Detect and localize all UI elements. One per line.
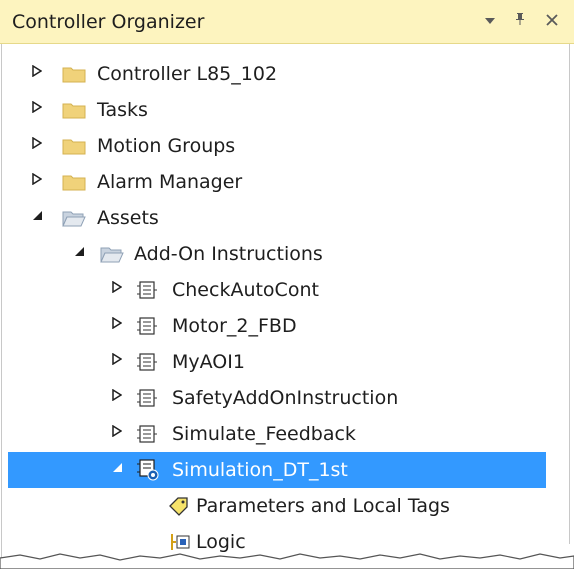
tree-label-logic: Logic <box>196 531 246 553</box>
aoi-instruction-icon <box>137 389 157 407</box>
logic-icon <box>171 534 190 550</box>
folder-icon <box>62 103 86 119</box>
controller-organizer-panel: Controller Organizer Controller L85_102 <box>0 0 574 569</box>
tree-label-assets: Assets <box>97 207 159 229</box>
tree-label-alarm-manager: Alarm Manager <box>97 171 243 193</box>
chevron-down-icon <box>485 18 495 24</box>
close-icon <box>546 14 558 26</box>
tree-label-selected-aoi: Simulation_DT_1st <box>172 459 348 481</box>
folder-open-icon <box>62 211 86 227</box>
aoi-instruction-icon <box>137 425 157 443</box>
triangle-down-icon[interactable] <box>28 200 46 236</box>
pin-button[interactable] <box>508 8 532 34</box>
tree-label-aoi: Simulate_Feedback <box>172 423 356 445</box>
pin-icon <box>516 13 524 25</box>
folder-open-icon <box>100 247 124 263</box>
triangle-right-icon[interactable] <box>108 272 126 308</box>
panel-title: Controller Organizer <box>12 11 205 33</box>
triangle-right-icon[interactable] <box>28 92 46 128</box>
tree-node-add-on-instructions[interactable]: Add-On Instructions <box>0 236 574 272</box>
aoi-instruction-icon <box>137 459 159 481</box>
triangle-right-icon[interactable] <box>108 380 126 416</box>
folder-icon <box>62 139 86 155</box>
triangle-right-icon[interactable] <box>28 164 46 200</box>
tree-label-add-on-instructions: Add-On Instructions <box>134 243 323 265</box>
tree-node-assets[interactable]: Assets <box>0 200 574 236</box>
triangle-right-icon[interactable] <box>108 308 126 344</box>
triangle-right-icon[interactable] <box>108 416 126 452</box>
tree-label-motion-groups: Motion Groups <box>97 135 236 157</box>
tag-icon <box>169 497 188 516</box>
organizer-tree: Controller L85_102 Tasks Motion Groups A… <box>0 44 574 569</box>
triangle-right-icon[interactable] <box>28 56 46 92</box>
tree-node-parameters[interactable]: Parameters and Local Tags <box>0 488 574 524</box>
tree-node-alarm-manager[interactable]: Alarm Manager <box>0 164 574 200</box>
tree-label-tasks: Tasks <box>97 99 148 121</box>
tree-node-motion-groups[interactable]: Motion Groups <box>0 128 574 164</box>
tree-label-aoi: CheckAutoCont <box>172 279 319 301</box>
tree-label-aoi: MyAOI1 <box>172 351 245 373</box>
tree-label-aoi: Motor_2_FBD <box>172 315 297 337</box>
tree-node-aoi[interactable]: Motor_2_FBD <box>0 308 574 344</box>
tree-node-aoi[interactable]: SafetyAddOnInstruction <box>0 380 574 416</box>
aoi-instruction-icon <box>137 353 157 371</box>
tree-label-parameters: Parameters and Local Tags <box>196 495 450 517</box>
tree-node-tasks[interactable]: Tasks <box>0 92 574 128</box>
close-button[interactable] <box>540 8 564 34</box>
panel-titlebar: Controller Organizer <box>0 0 574 44</box>
torn-edge <box>0 553 574 569</box>
folder-icon <box>62 67 86 83</box>
triangle-down-icon[interactable] <box>108 452 126 488</box>
tree-label-controller: Controller L85_102 <box>97 63 278 85</box>
dropdown-button[interactable] <box>478 8 502 34</box>
tree-node-controller[interactable]: Controller L85_102 <box>0 56 574 92</box>
aoi-instruction-icon <box>137 317 157 335</box>
folder-icon <box>62 175 86 191</box>
triangle-right-icon[interactable] <box>28 128 46 164</box>
tree-node-aoi[interactable]: CheckAutoCont <box>0 272 574 308</box>
tree-label-aoi: SafetyAddOnInstruction <box>172 387 399 409</box>
tree-node-aoi[interactable]: Simulate_Feedback <box>0 416 574 452</box>
aoi-instruction-icon <box>137 281 157 299</box>
tree-node-aoi[interactable]: MyAOI1 <box>0 344 574 380</box>
triangle-right-icon[interactable] <box>108 344 126 380</box>
tree-node-selected-aoi[interactable]: Simulation_DT_1st <box>8 452 546 488</box>
triangle-down-icon[interactable] <box>70 236 88 272</box>
